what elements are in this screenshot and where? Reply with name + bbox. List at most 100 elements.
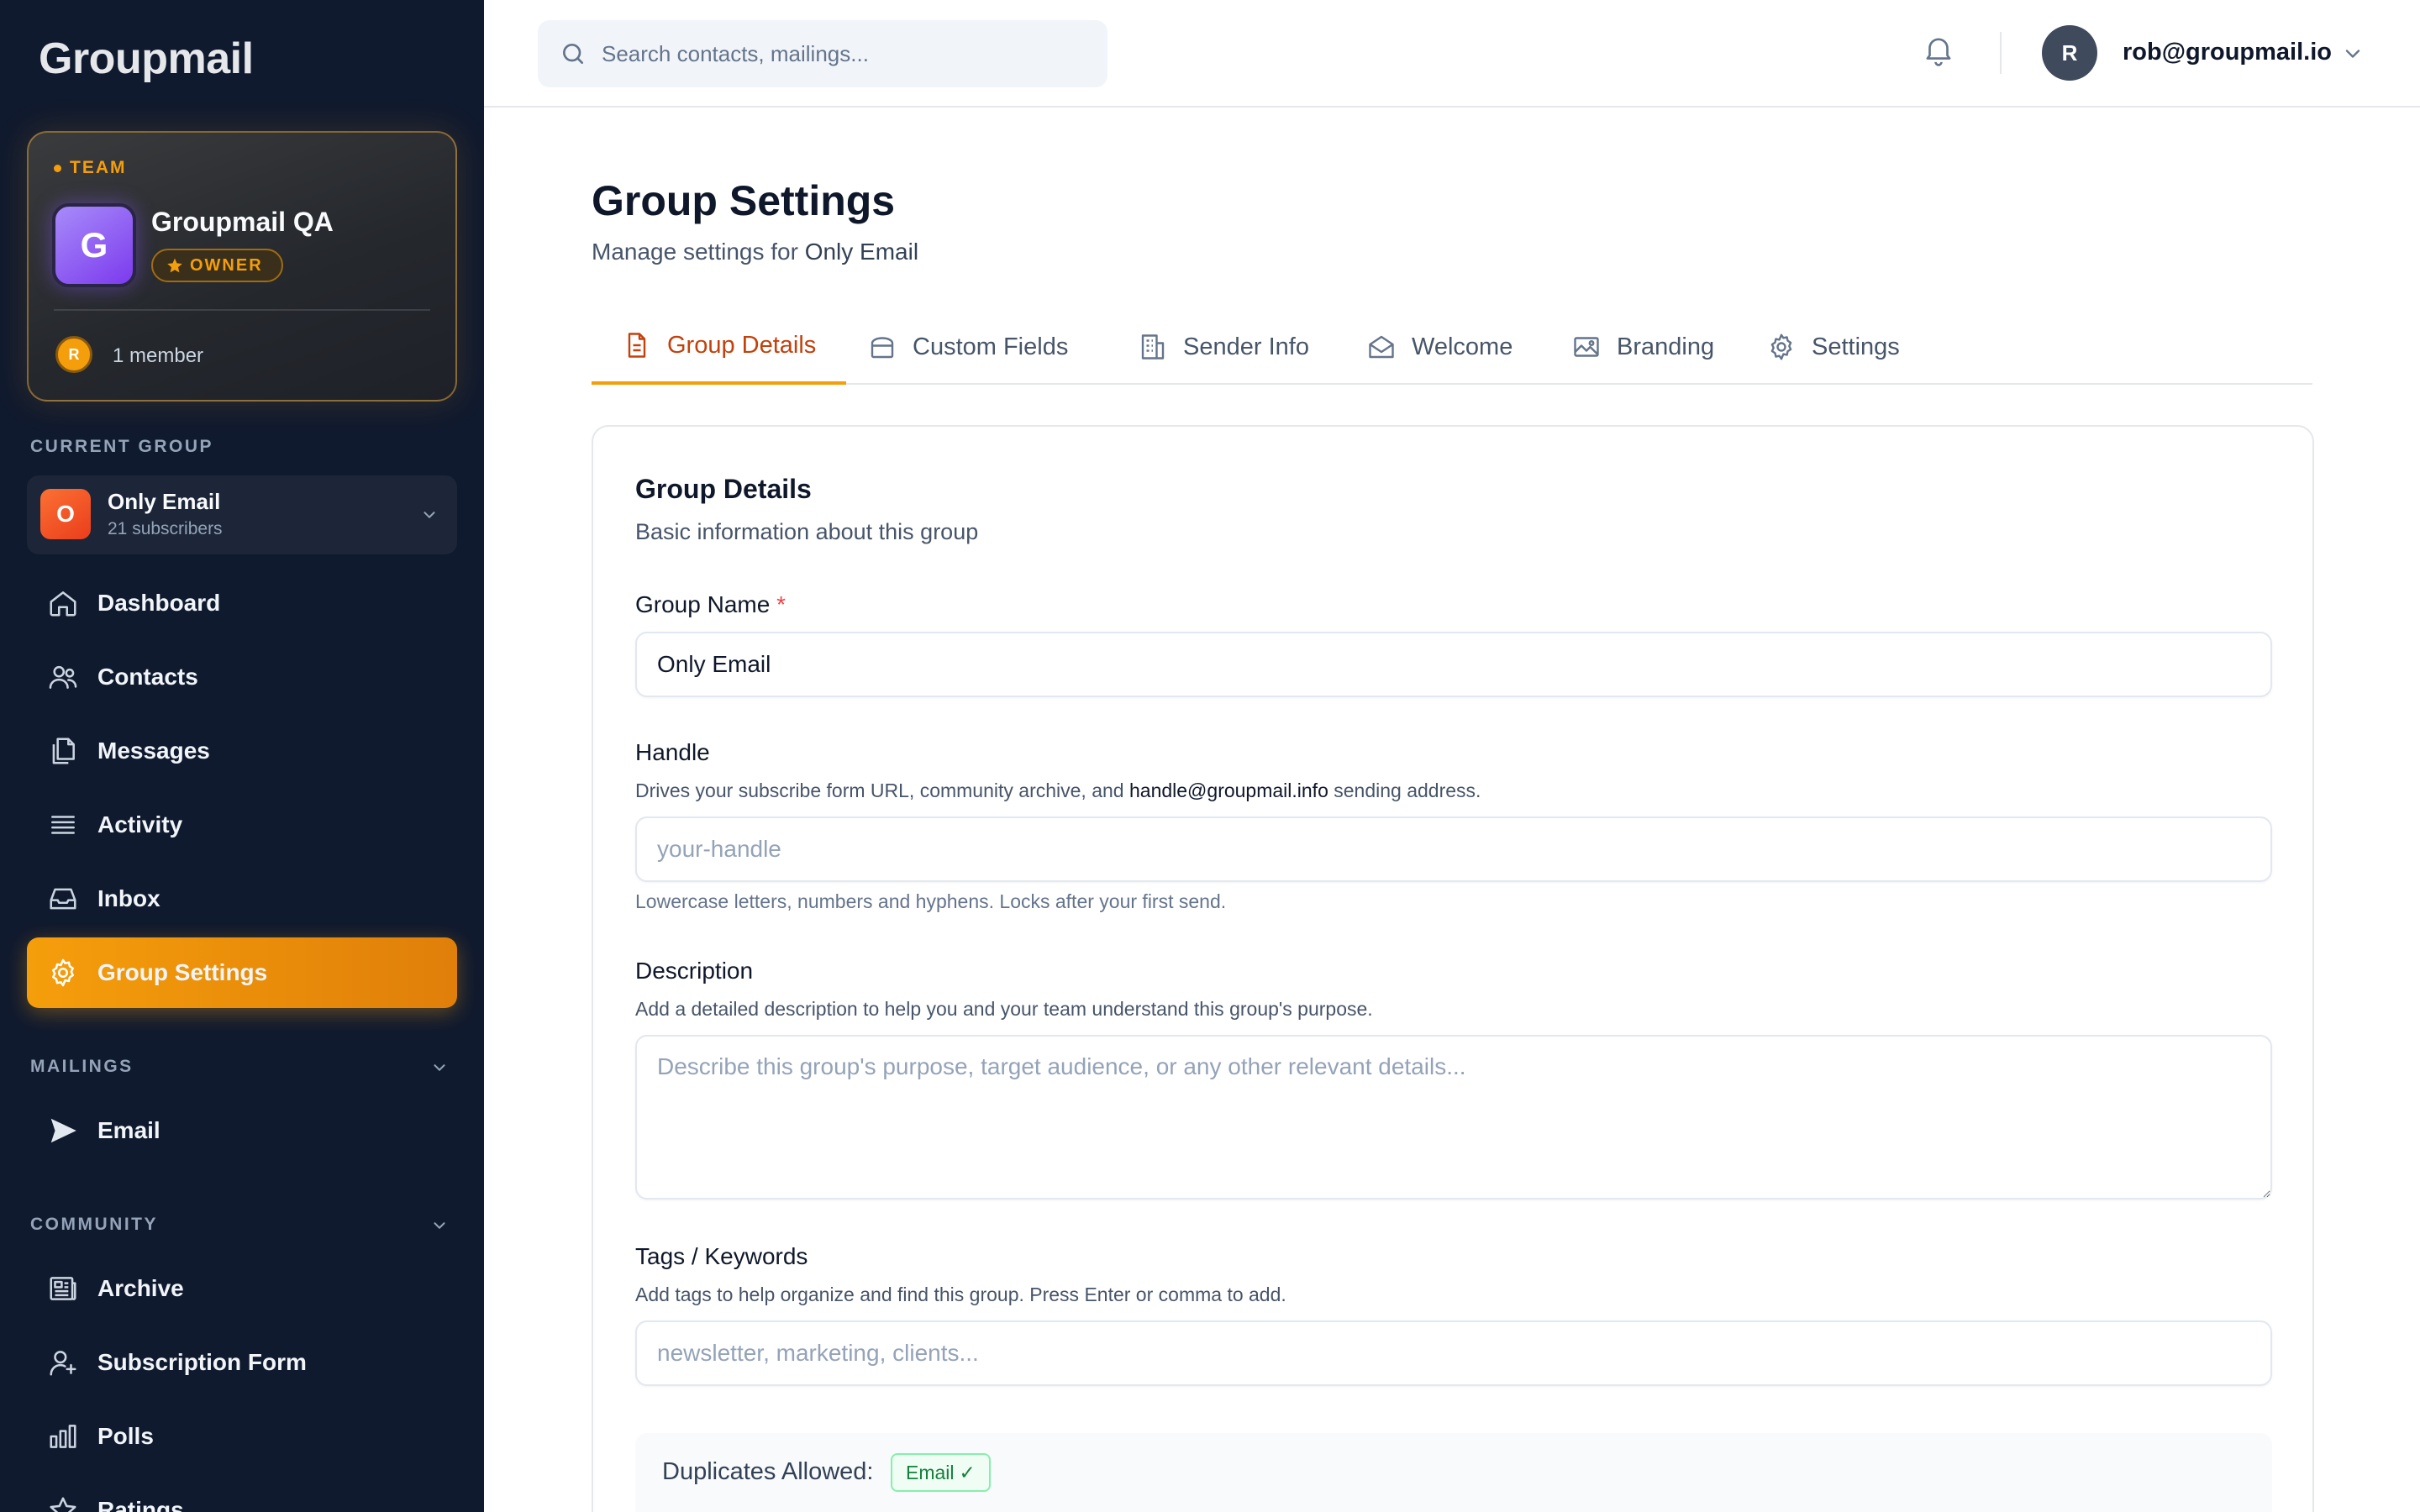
team-name: Groupmail QA [151, 207, 334, 237]
newspaper-icon [50, 1277, 76, 1300]
group-icon: O [40, 489, 91, 539]
team-divider [54, 309, 430, 311]
nav-item-subscription-form[interactable]: Subscription Form [27, 1327, 457, 1398]
sidebar: Groupmail TEAM G Groupmail QA OWNER R 1 … [0, 0, 484, 1512]
star-icon [167, 258, 182, 273]
nav-item-messages[interactable]: Messages [27, 716, 457, 786]
nav-label: Inbox [97, 885, 160, 911]
mailings-section-label: MAILINGS [30, 1057, 134, 1076]
group-subscribers: 21 subscribers [108, 519, 223, 538]
nav-label: Messages [97, 738, 210, 764]
nav-item-inbox[interactable]: Inbox [27, 864, 457, 934]
search-icon [563, 44, 583, 64]
tab-branding[interactable]: Branding [1541, 309, 1744, 385]
group-name-label: Group Name * [635, 591, 786, 617]
page-title: Group Settings [592, 177, 896, 224]
card-title: Group Details [635, 474, 812, 504]
nav-label: Ratings [97, 1497, 184, 1512]
gear-icon [1770, 333, 1792, 360]
duplicates-box: Duplicates Allowed: Email ✓ [635, 1433, 2272, 1512]
tags-label: Tags / Keywords [635, 1243, 808, 1269]
page-subtitle: Manage settings for Only Email [592, 239, 919, 265]
group-details-card: Group Details Basic information about th… [592, 425, 2314, 1512]
member-count: 1 member [113, 344, 204, 367]
nav-label: Group Settings [97, 959, 268, 985]
user-avatar[interactable]: R [2042, 25, 2097, 81]
star-icon [50, 1497, 76, 1512]
inbox-icon [50, 888, 76, 910]
page-subtitle-group: Only Email [804, 239, 919, 265]
tab-group-details[interactable]: Group Details [592, 309, 847, 385]
community-chevron-down-icon[interactable] [430, 1216, 449, 1235]
nav-item-archive[interactable]: Archive [27, 1253, 457, 1324]
tab-sender-info[interactable]: Sender Info [1107, 309, 1339, 385]
team-label: TEAM [54, 158, 127, 178]
document-icon [628, 333, 646, 358]
tab-custom-fields[interactable]: Custom Fields [837, 309, 1098, 385]
send-icon [50, 1118, 76, 1143]
envelope-open-icon [1369, 335, 1394, 359]
user-email[interactable]: rob@groupmail.io [2123, 39, 2332, 66]
duplicates-label: Duplicates Allowed: [662, 1458, 874, 1485]
group-name: Only Email [108, 489, 221, 514]
owner-badge: OWNER [151, 249, 283, 282]
top-bar: R rob@groupmail.io [484, 0, 2420, 108]
search-input[interactable] [602, 40, 1072, 67]
building-icon [1141, 334, 1165, 360]
team-avatar: G [52, 203, 136, 287]
handle-label: Handle [635, 739, 710, 765]
team-card[interactable]: TEAM G Groupmail QA OWNER R 1 member [27, 131, 457, 402]
description-textarea[interactable] [635, 1035, 2272, 1200]
card-subtitle: Basic information about this group [635, 519, 979, 544]
topbar-divider [2000, 32, 2002, 74]
description-help: Add a detailed description to help you a… [635, 998, 1373, 1020]
nav-item-group-settings[interactable]: Group Settings [27, 937, 457, 1008]
nav-label: Polls [97, 1423, 154, 1449]
nav-item-polls[interactable]: Polls [27, 1401, 457, 1472]
home-icon [50, 591, 76, 617]
nav-item-dashboard[interactable]: Dashboard [27, 568, 457, 638]
duplicates-chip-email[interactable]: Email ✓ [891, 1453, 991, 1492]
tags-help: Add tags to help organize and find this … [635, 1284, 1286, 1305]
nav-item-email[interactable]: Email [27, 1095, 457, 1166]
handle-input[interactable] [635, 816, 2272, 882]
required-mark: * [776, 591, 786, 617]
description-label: Description [635, 958, 754, 984]
database-icon [871, 337, 894, 359]
group-selector[interactable]: O Only Email 21 subscribers [27, 475, 457, 554]
bar-chart-icon [50, 1425, 76, 1448]
check-icon: ✓ [959, 1461, 976, 1483]
nav-item-activity[interactable]: Activity [27, 790, 457, 860]
image-icon [1574, 337, 1599, 357]
nav-label: Dashboard [97, 590, 221, 616]
nav-item-contacts[interactable]: Contacts [27, 642, 457, 712]
mailings-chevron-down-icon[interactable] [430, 1058, 449, 1077]
handle-help: Drives your subscribe form URL, communit… [635, 780, 1481, 801]
nav-label: Archive [97, 1275, 184, 1301]
tab-settings[interactable]: Settings [1736, 309, 1930, 385]
gear-icon [52, 958, 74, 987]
settings-tabs: Group Details Custom Fields Sender Info … [592, 309, 2312, 385]
handle-address: handle@groupmail.info [1128, 780, 1328, 801]
nav-item-ratings[interactable]: Ratings [27, 1475, 457, 1512]
bell-icon[interactable] [1921, 32, 1956, 67]
member-avatar: R [55, 336, 92, 373]
search-box[interactable] [538, 20, 1107, 87]
nav-label: Subscription Form [97, 1349, 307, 1375]
handle-note: Lowercase letters, numbers and hyphens. … [635, 890, 1227, 912]
nav-label: Email [97, 1117, 160, 1143]
community-section-label: COMMUNITY [30, 1215, 158, 1234]
list-icon [51, 816, 75, 834]
app-logo[interactable]: Groupmail [39, 34, 254, 84]
tags-input[interactable] [635, 1320, 2272, 1386]
user-plus-icon [50, 1351, 76, 1376]
users-icon [49, 665, 77, 689]
nav-label: Contacts [97, 664, 198, 690]
tab-welcome[interactable]: Welcome [1336, 309, 1543, 385]
nav-label: Activity [97, 811, 183, 837]
copy-icon [52, 738, 75, 764]
current-group-label: CURRENT GROUP [30, 437, 214, 456]
chevron-down-icon [424, 512, 435, 518]
chevron-down-icon[interactable] [2341, 42, 2365, 66]
group-name-input[interactable] [635, 632, 2272, 697]
